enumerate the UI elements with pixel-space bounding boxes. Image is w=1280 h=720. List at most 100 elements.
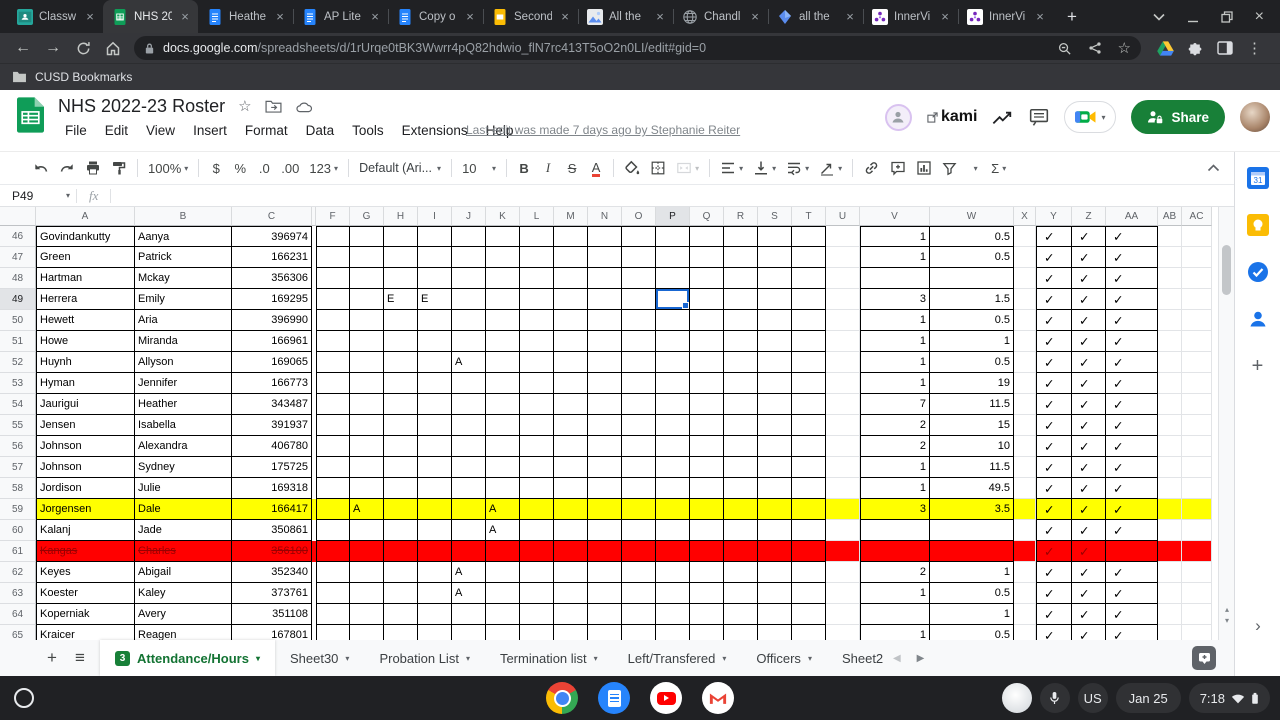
cell-AB65[interactable] <box>1158 625 1182 640</box>
zoom-select[interactable]: 100% ▾ <box>143 156 193 180</box>
cell-N46[interactable] <box>588 226 622 247</box>
cell-R62[interactable] <box>724 562 758 583</box>
cell-X56[interactable] <box>1014 436 1036 457</box>
cell-B65[interactable]: Reagen <box>135 625 232 640</box>
cell-AB56[interactable] <box>1158 436 1182 457</box>
cell-W63[interactable]: 0.5 <box>930 583 1014 604</box>
cell-X49[interactable] <box>1014 289 1036 310</box>
filter-views-select[interactable]: ▾ <box>962 156 986 180</box>
cell-AA57[interactable]: ✓ <box>1106 457 1158 478</box>
cell-L52[interactable] <box>520 352 554 373</box>
cell-Z62[interactable]: ✓ <box>1072 562 1106 583</box>
cell-L50[interactable] <box>520 310 554 331</box>
row-header-47[interactable]: 47 <box>0 247 36 268</box>
cell-Y59[interactable]: ✓ <box>1036 499 1072 520</box>
trending-icon[interactable] <box>992 110 1014 125</box>
cell-Q55[interactable] <box>690 415 724 436</box>
cell-AB59[interactable] <box>1158 499 1182 520</box>
cell-T47[interactable] <box>792 247 826 268</box>
sheet-scroll-right-icon[interactable]: ▶ <box>917 653 925 664</box>
cell-K54[interactable] <box>486 394 520 415</box>
cell-P59[interactable] <box>656 499 690 520</box>
cell-J63[interactable]: A <box>452 583 486 604</box>
cell-R58[interactable] <box>724 478 758 499</box>
sheet-tab-termination-list[interactable]: Termination list ▾ <box>485 640 613 676</box>
share-page-icon[interactable] <box>1088 41 1102 55</box>
cell-O58[interactable] <box>622 478 656 499</box>
cell-G50[interactable] <box>350 310 384 331</box>
cell-G52[interactable] <box>350 352 384 373</box>
cell-M62[interactable] <box>554 562 588 583</box>
cell-U56[interactable] <box>826 436 860 457</box>
cell-K47[interactable] <box>486 247 520 268</box>
cell-H54[interactable] <box>384 394 418 415</box>
cell-G56[interactable] <box>350 436 384 457</box>
cell-P54[interactable] <box>656 394 690 415</box>
cell-F58[interactable] <box>316 478 350 499</box>
font-select[interactable]: Default (Ari... ▾ <box>354 156 446 180</box>
col-header-F[interactable]: F <box>316 207 350 226</box>
cell-C62[interactable]: 352340 <box>232 562 312 583</box>
cell-H65[interactable] <box>384 625 418 640</box>
cell-C46[interactable]: 396974 <box>232 226 312 247</box>
cell-H58[interactable] <box>384 478 418 499</box>
cell-T58[interactable] <box>792 478 826 499</box>
cell-N57[interactable] <box>588 457 622 478</box>
cell-F46[interactable] <box>316 226 350 247</box>
cell-R56[interactable] <box>724 436 758 457</box>
chrome-app-icon[interactable] <box>546 682 578 714</box>
cell-J55[interactable] <box>452 415 486 436</box>
insert-chart-icon[interactable] <box>911 156 937 180</box>
cell-R46[interactable] <box>724 226 758 247</box>
cell-V54[interactable]: 7 <box>860 394 930 415</box>
address-bar[interactable]: docs.google.com/spreadsheets/d/1rUrqe0tB… <box>134 36 1141 60</box>
cell-A53[interactable]: Hyman <box>36 373 135 394</box>
cell-M61[interactable] <box>554 541 588 562</box>
cell-B53[interactable]: Jennifer <box>135 373 232 394</box>
cell-AB53[interactable] <box>1158 373 1182 394</box>
cell-L54[interactable] <box>520 394 554 415</box>
close-tab-icon[interactable]: × <box>178 9 192 24</box>
cell-W52[interactable]: 0.5 <box>930 352 1014 373</box>
cell-K51[interactable] <box>486 331 520 352</box>
cell-N50[interactable] <box>588 310 622 331</box>
cell-L63[interactable] <box>520 583 554 604</box>
vertical-scrollbar-thumb[interactable] <box>1222 245 1231 295</box>
cell-R53[interactable] <box>724 373 758 394</box>
cell-AA54[interactable]: ✓ <box>1106 394 1158 415</box>
cell-K64[interactable] <box>486 604 520 625</box>
paint-format-icon[interactable] <box>106 156 132 180</box>
cell-S47[interactable] <box>758 247 792 268</box>
cell-O57[interactable] <box>622 457 656 478</box>
cell-Y55[interactable]: ✓ <box>1036 415 1072 436</box>
close-tab-icon[interactable]: × <box>463 9 477 24</box>
cell-T64[interactable] <box>792 604 826 625</box>
browser-menu-icon[interactable]: ⋮ <box>1247 39 1262 57</box>
cell-S58[interactable] <box>758 478 792 499</box>
cell-AC65[interactable] <box>1182 625 1212 640</box>
cell-F55[interactable] <box>316 415 350 436</box>
cell-A50[interactable]: Hewett <box>36 310 135 331</box>
cell-T53[interactable] <box>792 373 826 394</box>
cell-F50[interactable] <box>316 310 350 331</box>
cell-C58[interactable]: 169318 <box>232 478 312 499</box>
cell-T55[interactable] <box>792 415 826 436</box>
cell-A63[interactable]: Koester <box>36 583 135 604</box>
cell-G64[interactable] <box>350 604 384 625</box>
cell-I50[interactable] <box>418 310 452 331</box>
cell-AC56[interactable] <box>1182 436 1212 457</box>
cell-U46[interactable] <box>826 226 860 247</box>
cell-N55[interactable] <box>588 415 622 436</box>
cell-H59[interactable] <box>384 499 418 520</box>
cell-W54[interactable]: 11.5 <box>930 394 1014 415</box>
cell-A54[interactable]: Jaurigui <box>36 394 135 415</box>
cell-O62[interactable] <box>622 562 656 583</box>
cell-C48[interactable]: 356306 <box>232 268 312 289</box>
cell-M47[interactable] <box>554 247 588 268</box>
cell-V48[interactable] <box>860 268 930 289</box>
cell-F59[interactable] <box>316 499 350 520</box>
cell-X60[interactable] <box>1014 520 1036 541</box>
cell-I48[interactable] <box>418 268 452 289</box>
cell-AB62[interactable] <box>1158 562 1182 583</box>
row-header-59[interactable]: 59 <box>0 499 36 520</box>
